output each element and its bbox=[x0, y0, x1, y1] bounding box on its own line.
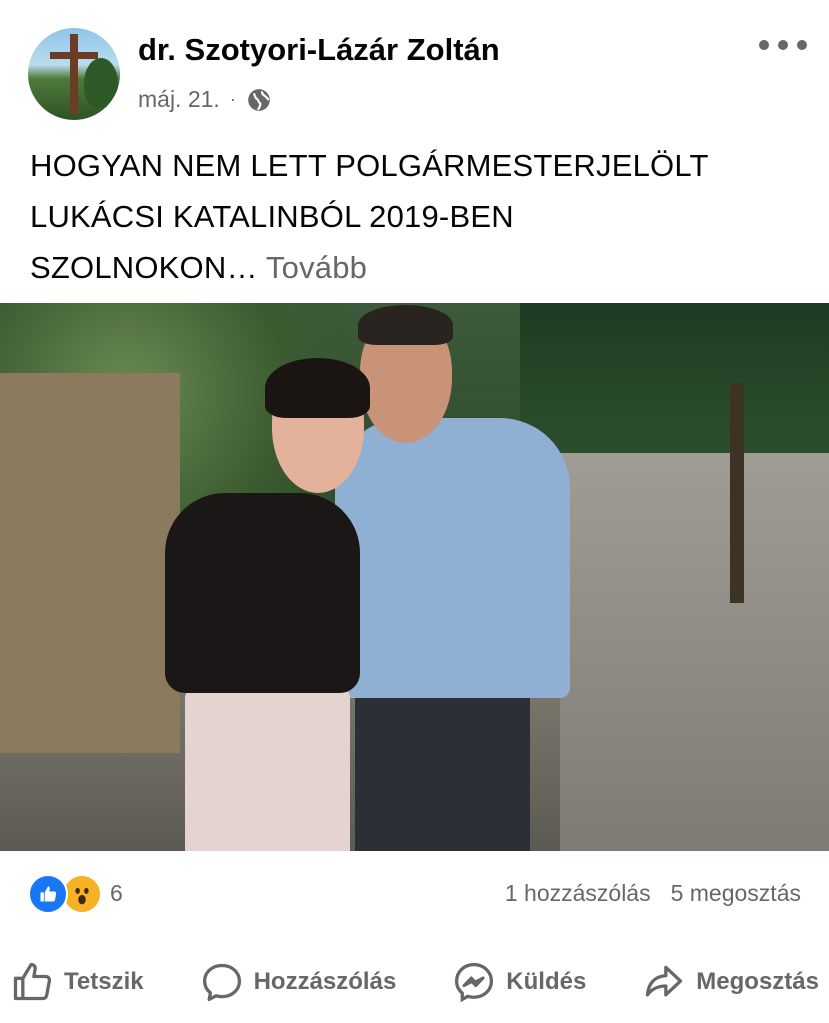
reaction-icons[interactable] bbox=[28, 874, 102, 914]
post-date[interactable]: máj. 21. bbox=[138, 86, 220, 113]
post-text-line: LUKÁCSI KATALINBÓL 2019-BEN bbox=[30, 199, 514, 234]
reaction-count[interactable]: 6 bbox=[110, 880, 123, 907]
photo-road bbox=[560, 453, 829, 851]
avatar-cross bbox=[70, 34, 78, 114]
post-text: HOGYAN NEM LETT POLGÁRMESTERJELÖLT LUKÁC… bbox=[30, 140, 810, 293]
comment-label: Hozzászólás bbox=[253, 967, 397, 995]
photo-wall bbox=[0, 373, 180, 753]
thumbs-up-icon bbox=[13, 962, 52, 1000]
post-meta: máj. 21. · bbox=[138, 86, 272, 113]
photo-woman-skirt bbox=[185, 688, 350, 851]
author-avatar[interactable] bbox=[28, 28, 120, 120]
post-text-line: SZOLNOKON… Tovább bbox=[30, 242, 810, 293]
photo-man-shirt bbox=[335, 418, 570, 698]
share-count[interactable]: 5 megosztás bbox=[671, 880, 801, 907]
more-options-icon[interactable] bbox=[759, 32, 807, 58]
more-dot bbox=[778, 40, 788, 50]
like-label: Tetszik bbox=[64, 967, 144, 995]
comment-button[interactable]: Hozzászólás bbox=[200, 960, 397, 1004]
post-stats: 1 hozzászólás 5 megosztás bbox=[505, 880, 801, 907]
more-dot bbox=[797, 40, 807, 50]
comment-icon bbox=[202, 963, 241, 1001]
messenger-icon bbox=[455, 962, 494, 1002]
post-text-line: HOGYAN NEM LETT POLGÁRMESTERJELÖLT bbox=[30, 148, 709, 183]
meta-separator: · bbox=[229, 89, 236, 109]
action-bar: Tetszik Hozzászólás Küldés Megosztás bbox=[0, 940, 829, 1023]
send-label: Küldés bbox=[506, 967, 587, 995]
share-button[interactable]: Megosztás bbox=[642, 960, 819, 1004]
share-label: Megosztás bbox=[696, 967, 819, 995]
see-more-link[interactable]: Tovább bbox=[266, 250, 367, 285]
photo-man-pants bbox=[355, 688, 530, 851]
avatar-tree bbox=[84, 58, 118, 108]
photo-man-hair bbox=[358, 305, 453, 345]
photo-woman-hair bbox=[265, 358, 370, 418]
more-dot bbox=[759, 40, 769, 50]
post-text-last: SZOLNOKON… bbox=[30, 250, 258, 285]
globe-icon bbox=[247, 88, 270, 111]
post-header: dr. Szotyori-Lázár Zoltán máj. 21. · bbox=[0, 0, 829, 130]
photo-woman-top bbox=[165, 493, 360, 693]
send-button[interactable]: Küldés bbox=[452, 960, 586, 1004]
avatar-cross-bar bbox=[50, 52, 98, 59]
post-photo[interactable] bbox=[0, 303, 829, 851]
author-name[interactable]: dr. Szotyori-Lázár Zoltán bbox=[138, 32, 500, 68]
comment-count[interactable]: 1 hozzászólás bbox=[505, 880, 651, 907]
like-reaction-icon bbox=[28, 874, 68, 914]
wow-reaction-icon bbox=[62, 874, 102, 914]
photo-tree-trunk bbox=[730, 383, 744, 603]
like-button[interactable]: Tetszik bbox=[10, 960, 144, 1004]
reactions-bar: 6 1 hozzászólás 5 megosztás bbox=[0, 852, 829, 932]
share-arrow-icon bbox=[646, 965, 683, 996]
